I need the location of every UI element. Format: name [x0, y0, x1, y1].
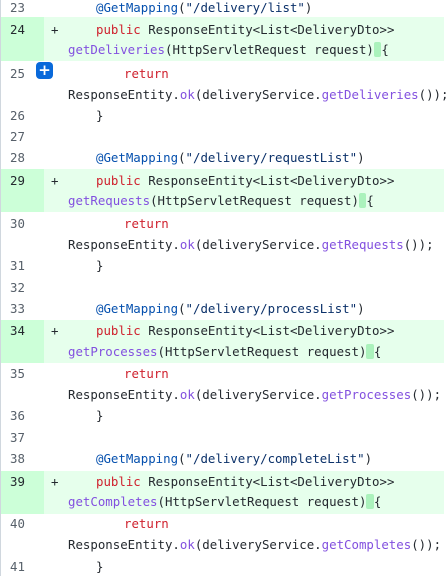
line-number: 30 [10, 216, 25, 231]
line-number-gutter[interactable]: 31 [1, 256, 44, 278]
code-line: } [96, 108, 104, 123]
line-number: 39 [10, 474, 25, 489]
diff-line: 23 @GetMapping("/delivery/list") [1, 0, 444, 17]
diff-line: 35 return ResponseEntity.ok(deliveryServ… [1, 363, 444, 407]
diff-line: 36 } [1, 407, 444, 429]
line-number: 29 [10, 173, 25, 188]
diff-line-added: 34 + public ResponseEntity<List<Delivery… [1, 320, 444, 363]
diff-line-added: 29 + public ResponseEntity<List<Delivery… [1, 169, 444, 212]
code-line: } [96, 559, 104, 574]
line-number: 24 [10, 22, 25, 37]
added-marker: + [51, 474, 59, 489]
code-line: public ResponseEntity<List<DeliveryDto>> [96, 22, 395, 37]
line-number-gutter[interactable]: 28 [1, 149, 44, 169]
line-number: 32 [10, 280, 25, 295]
line-number-gutter[interactable]: 24 [1, 17, 44, 61]
line-number-gutter[interactable]: 36 [1, 407, 44, 429]
code-line-wrap: getRequests(HttpServletRequest request) … [68, 193, 374, 208]
code-line-wrap: ResponseEntity.ok(deliveryService.getCom… [68, 537, 442, 552]
line-number-gutter[interactable]: 37 [1, 429, 44, 451]
diff-line: 32 [1, 278, 444, 300]
code-line: return [124, 66, 169, 81]
line-number: 34 [10, 323, 25, 338]
line-number-gutter[interactable]: 23 [1, 0, 44, 17]
code-line-wrap: ResponseEntity.ok(deliveryService.getDel… [68, 87, 447, 102]
line-number-gutter[interactable]: 40 [1, 514, 44, 558]
line-number: 40 [10, 516, 25, 531]
added-marker: + [51, 173, 59, 188]
line-number-gutter[interactable]: 35 [1, 363, 44, 407]
diff-line-added: 24 + public ResponseEntity<List<Delivery… [1, 17, 444, 61]
code-line: @GetMapping("/delivery/list") [96, 0, 313, 15]
line-number: 41 [10, 559, 25, 574]
line-number: 36 [10, 408, 25, 423]
code-line-wrap: getCompletes(HttpServletRequest request)… [68, 494, 382, 509]
code-line-wrap: ResponseEntity.ok(deliveryService.getPro… [68, 387, 442, 402]
add-comment-button[interactable]: + [36, 62, 53, 79]
diff-line: 31 } [1, 256, 444, 278]
diff-line-added: 39 + public ResponseEntity<List<Delivery… [1, 471, 444, 514]
code-line-wrap: ResponseEntity.ok(deliveryService.getReq… [68, 237, 434, 252]
line-number-gutter[interactable]: 26 [1, 105, 44, 127]
line-number-gutter[interactable]: 38 [1, 451, 44, 471]
diff-line: 28 @GetMapping("/delivery/requestList") [1, 149, 444, 169]
diff-line: 25 + return ResponseEntity.ok(deliverySe… [1, 61, 447, 105]
line-number-gutter[interactable]: 29 [1, 169, 44, 212]
line-number-gutter[interactable]: 30 [1, 212, 44, 256]
diff-line: 37 [1, 429, 444, 451]
line-number: 38 [10, 451, 25, 466]
code-line: } [96, 258, 104, 273]
line-number-gutter[interactable]: 41 [1, 558, 44, 576]
code-line: @GetMapping("/delivery/completeList") [96, 451, 373, 466]
line-number-gutter[interactable]: 39 [1, 471, 44, 514]
line-number-gutter[interactable]: 32 [1, 278, 44, 300]
code-line: public ResponseEntity<List<DeliveryDto>> [96, 173, 395, 188]
code-line-wrap: getDeliveries(HttpServletRequest request… [68, 42, 389, 57]
line-number: 27 [10, 129, 25, 144]
diff-line: 26 } [1, 105, 444, 127]
line-number-gutter[interactable]: 33 [1, 300, 44, 320]
diff-view: 23 @GetMapping("/delivery/list") 24 + pu… [0, 0, 447, 576]
diff-line: 33 @GetMapping("/delivery/processList") [1, 300, 444, 320]
added-marker: + [51, 323, 59, 338]
line-number-gutter[interactable]: 34 [1, 320, 44, 363]
line-number: 35 [10, 366, 25, 381]
line-number: 31 [10, 258, 25, 273]
code-line: return [124, 516, 169, 531]
code-line: @GetMapping("/delivery/processList") [96, 301, 365, 316]
line-number: 33 [10, 301, 25, 316]
code-line: } [96, 408, 104, 423]
diff-line: 27 [1, 127, 444, 149]
code-line: public ResponseEntity<List<DeliveryDto>> [96, 323, 395, 338]
line-number: 28 [10, 150, 25, 165]
code-line: @GetMapping("/delivery/requestList") [96, 150, 365, 165]
diff-line: 38 @GetMapping("/delivery/completeList") [1, 451, 444, 471]
line-number: 26 [10, 108, 25, 123]
line-number: 23 [10, 0, 25, 15]
diff-line: 41 } [1, 558, 444, 576]
code-line-wrap: getProcesses(HttpServletRequest request)… [68, 344, 382, 359]
code-line: public ResponseEntity<List<DeliveryDto>> [96, 474, 395, 489]
added-marker: + [51, 22, 59, 37]
diff-line: 30 return ResponseEntity.ok(deliveryServ… [1, 212, 444, 256]
code-line: return [124, 216, 169, 231]
code-line: return [124, 366, 169, 381]
line-number: 37 [10, 430, 25, 445]
line-number: 25 [10, 66, 25, 81]
line-number-gutter[interactable]: 27 [1, 127, 44, 149]
diff-line: 40 return ResponseEntity.ok(deliveryServ… [1, 514, 444, 558]
